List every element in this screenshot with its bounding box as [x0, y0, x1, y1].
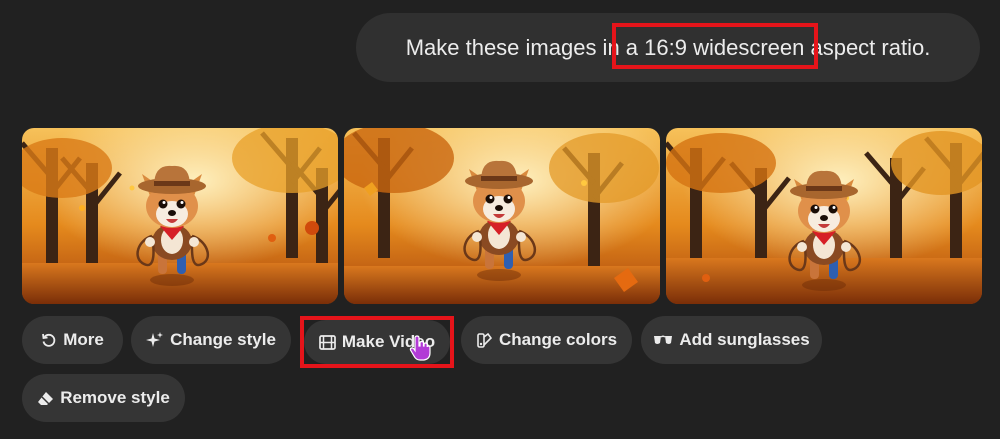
generated-image-3[interactable] [666, 128, 982, 304]
sparkle-icon [146, 331, 164, 349]
add-sunglasses-label: Add sunglasses [679, 330, 810, 349]
film-icon [319, 334, 336, 350]
message-text-highlight: a 16:9 widescreen [619, 34, 805, 60]
image-corgi-cowboy-2 [344, 128, 660, 304]
change-colors-label: Change colors [498, 330, 618, 349]
hand-pointer-icon [409, 335, 431, 366]
user-message-text: Make these images in a 16:9 widescreen a… [406, 35, 931, 61]
remove-style-label: Remove style [60, 388, 170, 407]
sunglasses-icon [653, 334, 673, 346]
message-text-start: Make these images in [405, 34, 620, 60]
add-sunglasses-button[interactable]: Add sunglasses [641, 316, 822, 364]
remove-style-button[interactable]: Remove style [22, 374, 185, 422]
change-style-label: Change style [170, 330, 276, 349]
generated-image-1[interactable] [22, 128, 338, 304]
image-corgi-cowboy-3 [666, 128, 982, 304]
palette-icon [476, 332, 493, 349]
message-text-end: aspect ratio. [804, 34, 931, 60]
image-corgi-cowboy-1 [22, 128, 338, 304]
change-colors-button[interactable]: Change colors [461, 316, 632, 364]
eraser-icon [37, 391, 54, 406]
more-button[interactable]: More [22, 316, 123, 364]
refresh-icon [41, 332, 57, 348]
change-style-button[interactable]: Change style [131, 316, 291, 364]
more-label: More [63, 330, 104, 349]
user-message-bubble: Make these images in a 16:9 widescreen a… [356, 13, 980, 82]
generated-image-2[interactable] [344, 128, 660, 304]
